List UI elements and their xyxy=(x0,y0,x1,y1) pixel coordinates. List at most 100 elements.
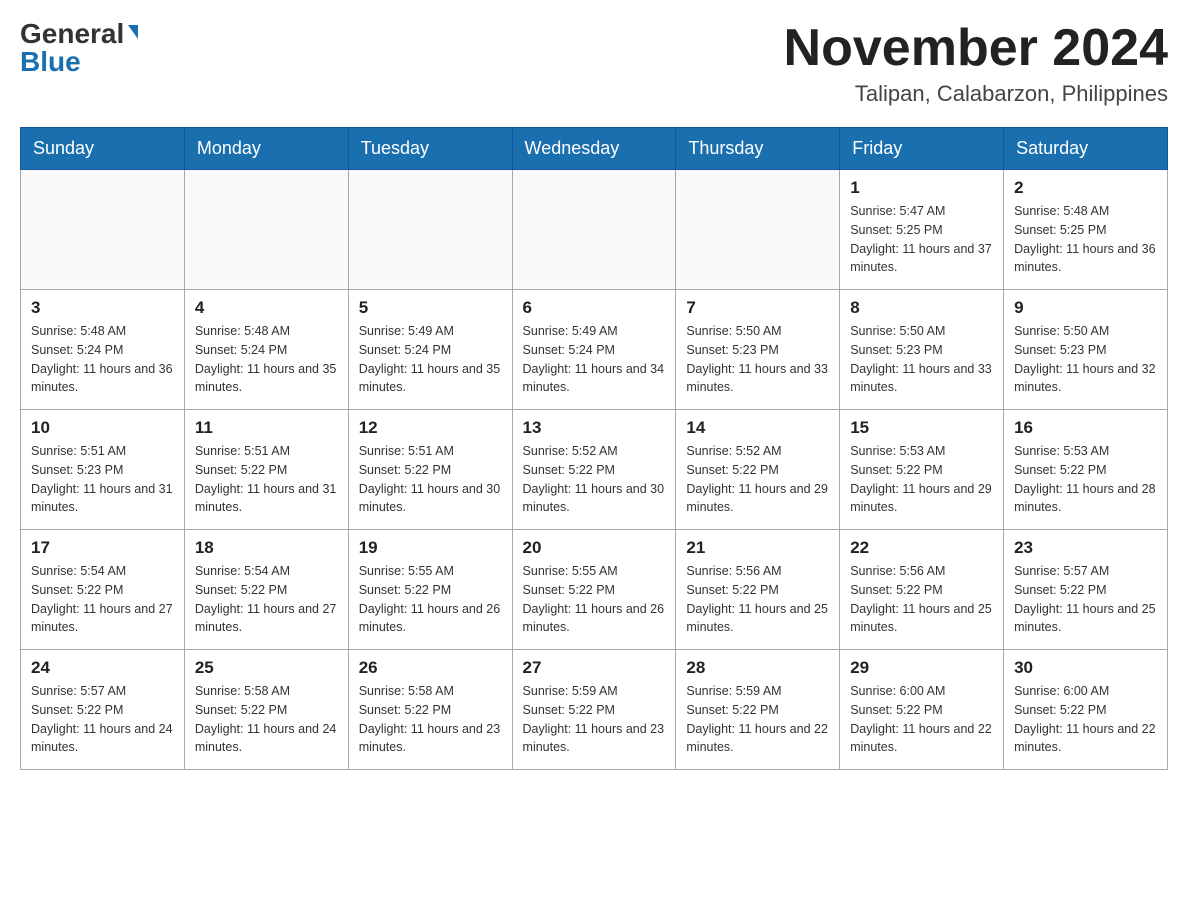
day-number: 3 xyxy=(31,298,174,318)
calendar-cell: 11 Sunrise: 5:51 AMSunset: 5:22 PMDayligh… xyxy=(184,410,348,530)
calendar-cell: 2 Sunrise: 5:48 AMSunset: 5:25 PMDaylight… xyxy=(1004,170,1168,290)
page-header: General Blue November 2024 Talipan, Cala… xyxy=(20,20,1168,107)
day-info: Sunrise: 6:00 AMSunset: 5:22 PMDaylight:… xyxy=(1014,682,1157,757)
calendar-cell: 20 Sunrise: 5:55 AMSunset: 5:22 PMDayligh… xyxy=(512,530,676,650)
day-number: 19 xyxy=(359,538,502,558)
calendar-cell: 29Sunrise: 6:00 AMSunset: 5:22 PMDayligh… xyxy=(840,650,1004,770)
calendar-cell xyxy=(184,170,348,290)
logo-general-text: General xyxy=(20,20,124,48)
month-title: November 2024 xyxy=(784,20,1168,77)
day-of-week-header: Sunday xyxy=(21,128,185,170)
calendar-header-row: SundayMondayTuesdayWednesdayThursdayFrid… xyxy=(21,128,1168,170)
calendar-cell: 18 Sunrise: 5:54 AMSunset: 5:22 PMDayligh… xyxy=(184,530,348,650)
day-info: Sunrise: 5:56 AMSunset: 5:22 PMDaylight:… xyxy=(686,562,829,637)
day-info: Sunrise: 5:51 AMSunset: 5:22 PMDaylight:… xyxy=(359,442,502,517)
day-info: Sunrise: 5:50 AMSunset: 5:23 PMDaylight:… xyxy=(850,322,993,397)
day-number: 24 xyxy=(31,658,174,678)
calendar-cell: 23 Sunrise: 5:57 AMSunset: 5:22 PMDayligh… xyxy=(1004,530,1168,650)
calendar-cell: 14 Sunrise: 5:52 AMSunset: 5:22 PMDayligh… xyxy=(676,410,840,530)
title-area: November 2024 Talipan, Calabarzon, Phili… xyxy=(784,20,1168,107)
day-info: Sunrise: 5:49 AMSunset: 5:24 PMDaylight:… xyxy=(523,322,666,397)
calendar-cell: 28Sunrise: 5:59 AMSunset: 5:22 PMDayligh… xyxy=(676,650,840,770)
calendar-cell: 5Sunrise: 5:49 AMSunset: 5:24 PMDaylight… xyxy=(348,290,512,410)
day-number: 1 xyxy=(850,178,993,198)
day-info: Sunrise: 5:57 AMSunset: 5:22 PMDaylight:… xyxy=(31,682,174,757)
day-info: Sunrise: 5:58 AMSunset: 5:22 PMDaylight:… xyxy=(359,682,502,757)
day-number: 5 xyxy=(359,298,502,318)
day-info: Sunrise: 5:48 AMSunset: 5:24 PMDaylight:… xyxy=(31,322,174,397)
day-info: Sunrise: 6:00 AMSunset: 5:22 PMDaylight:… xyxy=(850,682,993,757)
week-row: 10 Sunrise: 5:51 AMSunset: 5:23 PMDayligh… xyxy=(21,410,1168,530)
day-info: Sunrise: 5:52 AMSunset: 5:22 PMDaylight:… xyxy=(523,442,666,517)
calendar-cell xyxy=(21,170,185,290)
day-number: 11 xyxy=(195,418,338,438)
day-number: 22 xyxy=(850,538,993,558)
week-row: 24 Sunrise: 5:57 AMSunset: 5:22 PMDayligh… xyxy=(21,650,1168,770)
calendar-cell: 4 Sunrise: 5:48 AMSunset: 5:24 PMDaylight… xyxy=(184,290,348,410)
day-number: 9 xyxy=(1014,298,1157,318)
day-number: 8 xyxy=(850,298,993,318)
day-info: Sunrise: 5:50 AMSunset: 5:23 PMDaylight:… xyxy=(1014,322,1157,397)
calendar-cell: 12 Sunrise: 5:51 AMSunset: 5:22 PMDayligh… xyxy=(348,410,512,530)
day-info: Sunrise: 5:51 AMSunset: 5:22 PMDaylight:… xyxy=(195,442,338,517)
day-info: Sunrise: 5:53 AMSunset: 5:22 PMDaylight:… xyxy=(850,442,993,517)
day-number: 2 xyxy=(1014,178,1157,198)
location-title: Talipan, Calabarzon, Philippines xyxy=(784,81,1168,107)
day-info: Sunrise: 5:53 AMSunset: 5:22 PMDaylight:… xyxy=(1014,442,1157,517)
calendar-cell xyxy=(512,170,676,290)
calendar-cell: 30 Sunrise: 6:00 AMSunset: 5:22 PMDayligh… xyxy=(1004,650,1168,770)
day-number: 4 xyxy=(195,298,338,318)
day-info: Sunrise: 5:58 AMSunset: 5:22 PMDaylight:… xyxy=(195,682,338,757)
day-number: 18 xyxy=(195,538,338,558)
week-row: 17 Sunrise: 5:54 AMSunset: 5:22 PMDayligh… xyxy=(21,530,1168,650)
calendar-cell: 7Sunrise: 5:50 AMSunset: 5:23 PMDaylight… xyxy=(676,290,840,410)
day-info: Sunrise: 5:48 AMSunset: 5:25 PMDaylight:… xyxy=(1014,202,1157,277)
calendar-cell: 1 Sunrise: 5:47 AMSunset: 5:25 PMDaylight… xyxy=(840,170,1004,290)
calendar-cell: 21Sunrise: 5:56 AMSunset: 5:22 PMDayligh… xyxy=(676,530,840,650)
day-number: 26 xyxy=(359,658,502,678)
calendar-cell xyxy=(348,170,512,290)
day-info: Sunrise: 5:50 AMSunset: 5:23 PMDaylight:… xyxy=(686,322,829,397)
day-info: Sunrise: 5:54 AMSunset: 5:22 PMDaylight:… xyxy=(31,562,174,637)
calendar-cell: 16Sunrise: 5:53 AMSunset: 5:22 PMDayligh… xyxy=(1004,410,1168,530)
day-number: 25 xyxy=(195,658,338,678)
calendar-table: SundayMondayTuesdayWednesdayThursdayFrid… xyxy=(20,127,1168,770)
day-info: Sunrise: 5:56 AMSunset: 5:22 PMDaylight:… xyxy=(850,562,993,637)
calendar-cell: 17 Sunrise: 5:54 AMSunset: 5:22 PMDayligh… xyxy=(21,530,185,650)
day-of-week-header: Monday xyxy=(184,128,348,170)
day-of-week-header: Saturday xyxy=(1004,128,1168,170)
day-info: Sunrise: 5:55 AMSunset: 5:22 PMDaylight:… xyxy=(523,562,666,637)
calendar-cell: 24 Sunrise: 5:57 AMSunset: 5:22 PMDayligh… xyxy=(21,650,185,770)
day-info: Sunrise: 5:51 AMSunset: 5:23 PMDaylight:… xyxy=(31,442,174,517)
calendar-cell: 3 Sunrise: 5:48 AMSunset: 5:24 PMDaylight… xyxy=(21,290,185,410)
day-number: 14 xyxy=(686,418,829,438)
week-row: 3 Sunrise: 5:48 AMSunset: 5:24 PMDaylight… xyxy=(21,290,1168,410)
day-number: 27 xyxy=(523,658,666,678)
day-number: 28 xyxy=(686,658,829,678)
day-number: 30 xyxy=(1014,658,1157,678)
day-info: Sunrise: 5:59 AMSunset: 5:22 PMDaylight:… xyxy=(523,682,666,757)
day-of-week-header: Friday xyxy=(840,128,1004,170)
day-number: 20 xyxy=(523,538,666,558)
day-of-week-header: Thursday xyxy=(676,128,840,170)
day-info: Sunrise: 5:47 AMSunset: 5:25 PMDaylight:… xyxy=(850,202,993,277)
calendar-cell: 10 Sunrise: 5:51 AMSunset: 5:23 PMDayligh… xyxy=(21,410,185,530)
logo-blue-text: Blue xyxy=(20,48,81,76)
calendar-cell: 9 Sunrise: 5:50 AMSunset: 5:23 PMDaylight… xyxy=(1004,290,1168,410)
day-info: Sunrise: 5:57 AMSunset: 5:22 PMDaylight:… xyxy=(1014,562,1157,637)
day-number: 12 xyxy=(359,418,502,438)
day-info: Sunrise: 5:52 AMSunset: 5:22 PMDaylight:… xyxy=(686,442,829,517)
day-number: 15 xyxy=(850,418,993,438)
logo-arrow-icon xyxy=(128,25,138,39)
day-info: Sunrise: 5:48 AMSunset: 5:24 PMDaylight:… xyxy=(195,322,338,397)
day-info: Sunrise: 5:54 AMSunset: 5:22 PMDaylight:… xyxy=(195,562,338,637)
day-info: Sunrise: 5:55 AMSunset: 5:22 PMDaylight:… xyxy=(359,562,502,637)
calendar-cell: 15 Sunrise: 5:53 AMSunset: 5:22 PMDayligh… xyxy=(840,410,1004,530)
logo: General Blue xyxy=(20,20,138,76)
calendar-cell: 25 Sunrise: 5:58 AMSunset: 5:22 PMDayligh… xyxy=(184,650,348,770)
day-number: 17 xyxy=(31,538,174,558)
day-number: 23 xyxy=(1014,538,1157,558)
day-number: 6 xyxy=(523,298,666,318)
day-number: 10 xyxy=(31,418,174,438)
calendar-cell xyxy=(676,170,840,290)
